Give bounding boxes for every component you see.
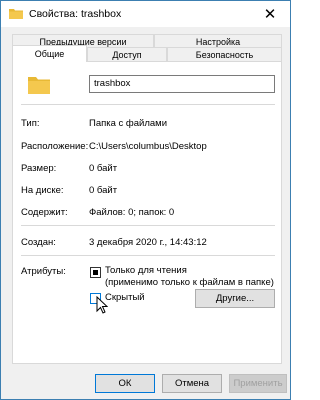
location-label: Расположение: [21,141,89,152]
mouse-cursor-icon [96,296,108,314]
apply-button[interactable]: Применить [229,374,287,393]
divider [21,225,275,226]
folder-icon [28,77,50,94]
window-title: Свойства: trashbox [29,8,122,20]
ok-button[interactable]: ОК [95,374,155,393]
location-value: C:\Users\columbus\Desktop [89,141,207,152]
size-on-disk-value: 0 байт [89,185,118,196]
size-label: Размер: [21,163,57,174]
created-label: Создан: [21,237,56,248]
contains-value: Файлов: 0; папок: 0 [89,207,175,218]
tab-general[interactable]: Общие [12,45,87,62]
readonly-note: (применимо только к файлам в папке) [105,277,274,288]
tab-sharing[interactable]: Доступ [87,47,167,62]
folder-icon [9,9,23,19]
cancel-button[interactable]: Отмена [162,374,222,393]
folder-name-input[interactable]: trashbox [89,75,275,93]
advanced-button[interactable]: Другие... [195,289,275,308]
readonly-checkbox[interactable] [90,267,101,278]
tab-security[interactable]: Безопасность [167,47,282,62]
close-icon: ✕ [263,6,277,23]
general-panel: trashbox Тип: Папка с файлами Расположен… [12,61,282,364]
size-on-disk-label: На диске: [21,185,64,196]
properties-window: Свойства: trashbox ✕ Предыдущие версии Н… [0,0,291,400]
attributes-label: Атрибуты: [21,266,66,277]
divider [21,255,275,256]
type-label: Тип: [21,118,40,129]
divider [21,104,275,105]
created-value: 3 декабря 2020 г., 14:43:12 [89,237,207,248]
hidden-label: Скрытый [105,292,145,303]
title-bar[interactable]: Свойства: trashbox ✕ [1,1,290,27]
size-value: 0 байт [89,163,118,174]
readonly-label: Только для чтения [105,265,187,276]
contains-label: Содержит: [21,207,68,218]
close-button[interactable]: ✕ [250,1,290,27]
type-value: Папка с файлами [89,118,168,129]
